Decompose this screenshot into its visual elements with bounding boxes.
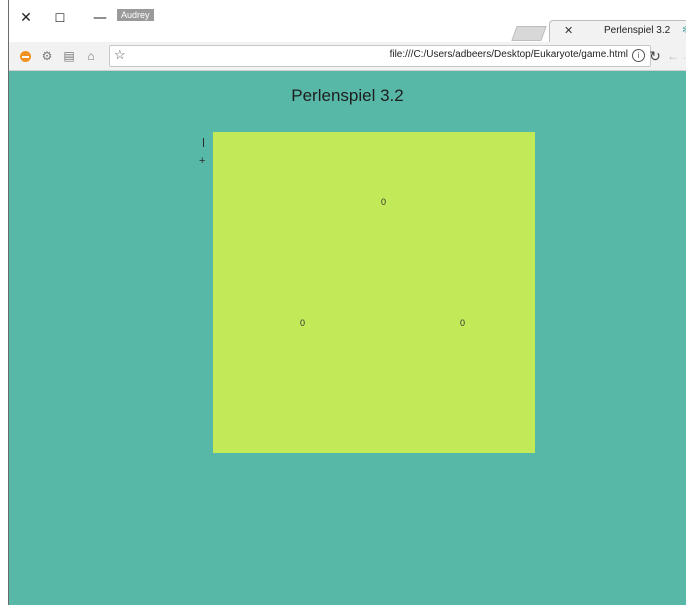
extension-icon-3[interactable]: ⌂: [83, 48, 99, 64]
tab-title: Perlenspiel 3.2: [604, 25, 671, 36]
side-marker: [203, 138, 204, 147]
side-plus-mark: +: [199, 155, 206, 167]
forward-arrow-icon[interactable]: →: [681, 48, 686, 64]
page-content: Perlenspiel 3.2 + 0 0 0: [9, 71, 686, 605]
favicon-icon: ✻: [682, 25, 686, 36]
grid-value-left: 0: [300, 318, 306, 328]
minimize-window-button[interactable]: —: [85, 6, 115, 30]
extension-block-icon[interactable]: [20, 51, 31, 62]
title-bar: ✕ ☐ — Audrey ✕ Perlenspiel 3.2 ✻: [9, 0, 686, 43]
back-arrow-icon[interactable]: ←: [665, 48, 681, 64]
browser-window: ✕ ☐ — Audrey ✕ Perlenspiel 3.2 ✻ ⚙ ▤ ⌂ ☆…: [0, 0, 686, 605]
close-window-button[interactable]: ✕: [11, 6, 41, 30]
page-title: Perlenspiel 3.2: [291, 86, 404, 105]
reload-icon[interactable]: ↻: [647, 48, 663, 64]
maximize-window-button[interactable]: ☐: [45, 6, 75, 30]
tab-close-icon[interactable]: ✕: [564, 24, 573, 37]
extension-icon[interactable]: ⚙: [39, 48, 55, 64]
address-bar[interactable]: ☆ file:///C:/Users/adbeers/Desktop/Eukar…: [109, 45, 651, 67]
grid-value-top: 0: [381, 197, 387, 207]
url-text[interactable]: file:///C:/Users/adbeers/Desktop/Eukaryo…: [390, 49, 628, 60]
grid-value-right: 0: [460, 318, 466, 328]
extension-icon-2[interactable]: ▤: [61, 48, 77, 64]
bookmark-star-icon[interactable]: ☆: [114, 47, 126, 63]
site-info-icon[interactable]: i: [632, 49, 645, 62]
profile-badge[interactable]: Audrey: [117, 9, 154, 21]
game-grid[interactable]: 0 0 0: [213, 132, 535, 453]
tab-perlenspiel[interactable]: ✕ Perlenspiel 3.2 ✻: [549, 20, 686, 43]
new-tab-button[interactable]: [511, 26, 547, 41]
browser-toolbar: ⚙ ▤ ⌂ ☆ file:///C:/Users/adbeers/Desktop…: [9, 42, 686, 71]
